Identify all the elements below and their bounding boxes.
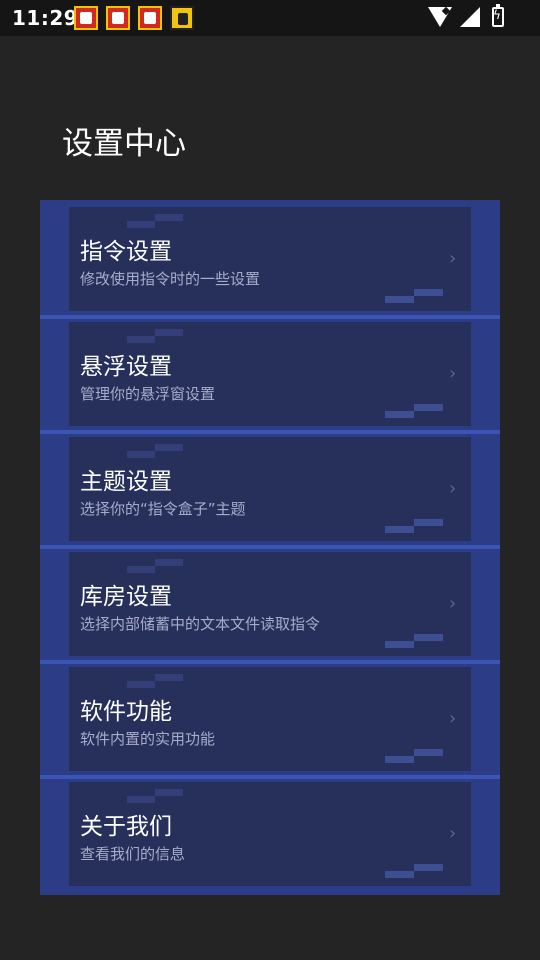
- decoration: [385, 749, 443, 767]
- decoration: [127, 674, 183, 694]
- decoration: [127, 214, 183, 234]
- chevron-right-icon: ›: [449, 478, 457, 499]
- setting-item-about-us[interactable]: 关于我们 查看我们的信息 ›: [69, 782, 471, 886]
- divider: [40, 315, 500, 319]
- app-notification-icon: [74, 6, 98, 30]
- chevron-right-icon: ›: [449, 708, 457, 729]
- setting-item-title: 库房设置: [80, 584, 172, 610]
- setting-item-title: 关于我们: [80, 814, 172, 840]
- setting-item-title: 主题设置: [80, 469, 172, 495]
- decoration: [127, 444, 183, 464]
- setting-item-floating[interactable]: 悬浮设置 管理你的悬浮窗设置 ›: [69, 322, 471, 426]
- page-title: 设置中心: [62, 126, 186, 162]
- status-bar: 11:29: [0, 0, 540, 36]
- chevron-right-icon: ›: [449, 823, 457, 844]
- setting-item-title: 软件功能: [80, 699, 172, 725]
- battery-charging-icon: [492, 4, 504, 27]
- decoration: [127, 789, 183, 809]
- setting-item-subtitle: 软件内置的实用功能: [80, 730, 216, 748]
- chevron-right-icon: ›: [449, 593, 457, 614]
- app-notification-icon: [106, 6, 130, 30]
- divider: [40, 660, 500, 664]
- decoration: [385, 519, 443, 537]
- divider: [40, 430, 500, 434]
- decoration: [385, 634, 443, 652]
- app-notification-icon: [138, 6, 162, 30]
- setting-item-subtitle: 选择内部储蓄中的文本文件读取指令: [80, 615, 321, 633]
- chevron-right-icon: ›: [449, 248, 457, 269]
- divider: [40, 545, 500, 549]
- notification-icons: [74, 6, 194, 30]
- setting-item-subtitle: 修改使用指令时的一些设置: [80, 270, 261, 288]
- divider: [40, 775, 500, 779]
- setting-item-storage[interactable]: 库房设置 选择内部储蓄中的文本文件读取指令 ›: [69, 552, 471, 656]
- setting-item-subtitle: 选择你的“指令盒子”主题: [80, 500, 246, 518]
- setting-item-title: 指令设置: [80, 239, 172, 265]
- system-icons: [428, 4, 504, 27]
- setting-item-subtitle: 管理你的悬浮窗设置: [80, 385, 216, 403]
- status-time: 11:29: [12, 6, 79, 30]
- signal-icon: [460, 7, 480, 27]
- chevron-right-icon: ›: [449, 363, 457, 384]
- decoration: [385, 289, 443, 307]
- setting-item-software-features[interactable]: 软件功能 软件内置的实用功能 ›: [69, 667, 471, 771]
- setting-item-theme[interactable]: 主题设置 选择你的“指令盒子”主题 ›: [69, 437, 471, 541]
- settings-panel: 指令设置 修改使用指令时的一些设置 › 悬浮设置 管理你的悬浮窗设置 › 主题设…: [40, 200, 500, 895]
- decoration: [385, 864, 443, 882]
- setting-item-subtitle: 查看我们的信息: [80, 845, 186, 863]
- decoration: [127, 559, 183, 579]
- decoration: [385, 404, 443, 422]
- app-notification-icon-yellow: [170, 6, 194, 30]
- setting-item-command[interactable]: 指令设置 修改使用指令时的一些设置 ›: [69, 207, 471, 311]
- decoration: [127, 329, 183, 349]
- setting-item-title: 悬浮设置: [80, 354, 172, 380]
- wifi-icon: [428, 7, 452, 27]
